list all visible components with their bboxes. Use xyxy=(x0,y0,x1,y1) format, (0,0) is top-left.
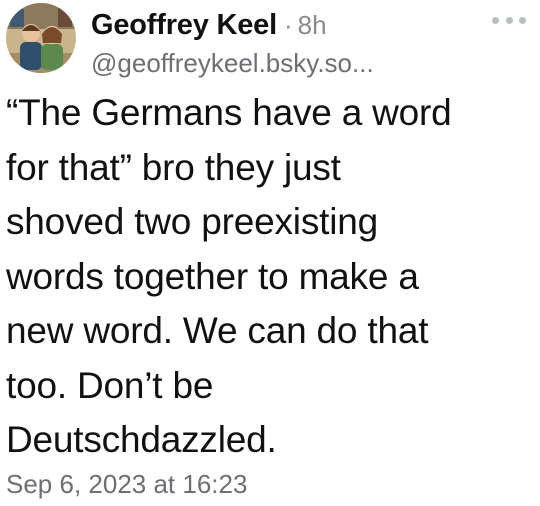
author-display-name[interactable]: Geoffrey Keel xyxy=(91,6,277,44)
post-timestamp: Sep 6, 2023 at 16:23 xyxy=(6,469,248,499)
post-body-line: Deutschdazzled. xyxy=(6,419,277,460)
post-body-line: too. Don’t be xyxy=(6,364,214,406)
post-body: “The Germans have a word for that” bro t… xyxy=(6,86,506,468)
post-header: Geoffrey Keel · 8h @geoffreykeel.bsky.so… xyxy=(91,6,492,78)
author-line: Geoffrey Keel · 8h xyxy=(91,6,492,44)
post-body-line: words together to make a xyxy=(6,255,419,297)
more-horizontal-icon-dot xyxy=(505,16,513,24)
avatar-image xyxy=(6,3,76,73)
post-body-line: for that” bro they just xyxy=(6,146,341,188)
author-handle[interactable]: @geoffreykeel.bsky.so... xyxy=(91,48,492,78)
more-horizontal-icon-dot xyxy=(519,16,526,24)
post-body-line: shoved two preexisting xyxy=(6,201,378,242)
relative-time[interactable]: 8h xyxy=(298,6,327,44)
post-body-line: new word. We can do that xyxy=(6,310,429,351)
meta-separator: · xyxy=(283,10,293,40)
more-horizontal-icon-dot xyxy=(492,16,499,24)
post: Geoffrey Keel · 8h @geoffreykeel.bsky.so… xyxy=(0,0,540,506)
more-options-button[interactable] xyxy=(492,10,526,30)
post-body-line: “The Germans have a word xyxy=(6,92,452,133)
avatar[interactable] xyxy=(6,3,76,73)
